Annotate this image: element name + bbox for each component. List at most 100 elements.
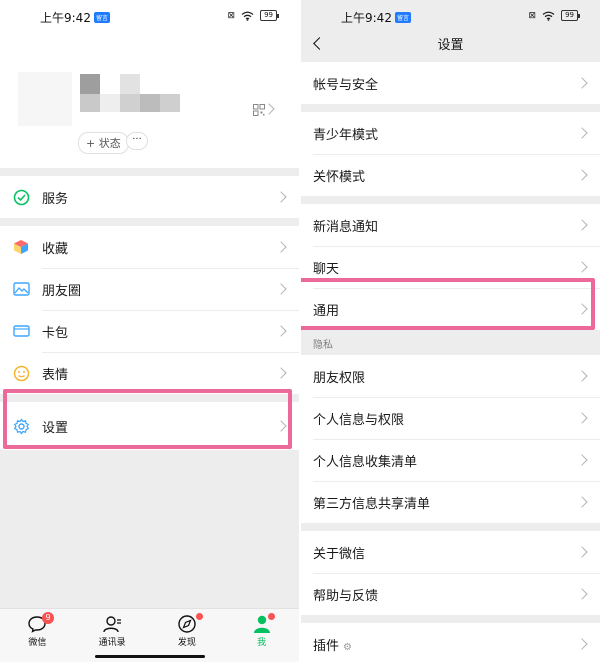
menu-item-cards[interactable]: 卡包: [0, 310, 299, 352]
chevron-right-icon: [576, 370, 588, 382]
status-time: 上午9:42 留言: [40, 11, 110, 25]
status-button[interactable]: + 状态: [78, 132, 129, 154]
status-bar: 上午9:42 留言 ⊠ 99: [0, 0, 299, 34]
me-badge-dot: [268, 613, 276, 620]
chevron-right-icon: [275, 367, 287, 379]
tab-bar: 9 微信 通讯录 发现 我: [0, 608, 299, 662]
menu-label: 朋友圈: [42, 283, 82, 299]
privacy-section-label: 隐私: [301, 330, 600, 355]
settings-plugins[interactable]: 插件 ⚙: [301, 623, 600, 662]
qr-code-icon[interactable]: [253, 104, 265, 116]
mute-icon: ⊠: [528, 10, 537, 21]
tab-chats[interactable]: 9 微信: [0, 609, 75, 662]
settings-chat[interactable]: 聊天: [301, 246, 600, 288]
menu-label: 服务: [42, 191, 69, 207]
settings-about-wechat[interactable]: 关于微信: [301, 531, 600, 573]
row-label: 帮助与反馈: [313, 588, 379, 604]
service-icon: [12, 188, 30, 206]
chevron-right-icon: [576, 77, 588, 89]
row-label: 插件 ⚙: [313, 638, 352, 654]
settings-help-feedback[interactable]: 帮助与反馈: [301, 573, 600, 615]
chevron-right-icon: [275, 241, 287, 253]
row-label: 关于微信: [313, 546, 366, 562]
row-label: 新消息通知: [313, 219, 379, 235]
menu-item-favorites[interactable]: 收藏: [0, 226, 299, 268]
settings-personal-info-permissions[interactable]: 个人信息与权限: [301, 397, 600, 439]
settings-account-security[interactable]: 帐号与安全: [301, 62, 600, 104]
back-arrow-icon[interactable]: [313, 37, 326, 50]
profile-chevron-icon: [263, 103, 275, 115]
row-label: 聊天: [313, 261, 340, 277]
chevron-right-icon: [275, 420, 287, 432]
chevron-right-icon: [576, 169, 588, 181]
chevron-right-icon: [576, 638, 588, 650]
status-badge: 留言: [394, 12, 411, 23]
avatar[interactable]: [18, 72, 72, 126]
status-badge: 留言: [93, 12, 110, 23]
wifi-icon: [542, 11, 555, 21]
chevron-right-icon: [275, 191, 287, 203]
chevron-right-icon: [576, 261, 588, 273]
contacts-icon: [103, 616, 122, 633]
page-title: 设置: [437, 38, 464, 53]
row-label: 关怀模式: [313, 169, 366, 185]
more-button[interactable]: ···: [126, 132, 148, 150]
battery-icon: 99: [561, 10, 580, 21]
settings-group-general: 新消息通知 聊天 通用: [301, 204, 600, 330]
chevron-right-icon: [576, 127, 588, 139]
row-label: 第三方信息共享清单: [313, 496, 431, 512]
chevron-right-icon: [576, 454, 588, 466]
row-label: 个人信息与权限: [313, 412, 405, 428]
menu-item-settings[interactable]: 设置: [0, 402, 299, 450]
row-label: 朋友权限: [313, 370, 366, 386]
discover-icon: [178, 615, 196, 633]
chevron-right-icon: [576, 546, 588, 558]
status-bar: 上午9:42 留言 ⊠ 99: [301, 0, 600, 34]
menu-label: 卡包: [42, 325, 69, 341]
discover-badge-dot: [195, 613, 203, 620]
tab-me[interactable]: 我: [224, 609, 299, 662]
settings-third-party-sharing[interactable]: 第三方信息共享清单: [301, 481, 600, 523]
status-icons: ⊠ 99: [528, 10, 580, 21]
menu-label: 收藏: [42, 241, 69, 257]
row-label: 通用: [313, 303, 340, 319]
mute-icon: ⊠: [227, 10, 236, 21]
chevron-right-icon: [275, 283, 287, 295]
settings-general[interactable]: 通用: [301, 288, 600, 330]
tab-label: 微信: [28, 638, 47, 648]
nav-bar: 设置: [301, 34, 600, 60]
menu-item-emoji[interactable]: 表情: [0, 352, 299, 394]
menu-item-moments[interactable]: 朋友圈: [0, 268, 299, 310]
row-label: 青少年模式: [313, 127, 379, 143]
menu-label: 表情: [42, 367, 69, 383]
settings-friend-permissions[interactable]: 朋友权限: [301, 355, 600, 397]
moments-icon: [12, 280, 30, 298]
settings-teen-mode[interactable]: 青少年模式: [301, 112, 600, 154]
settings-group-privacy: 朋友权限 个人信息与权限 个人信息收集清单 第三方信息共享清单: [301, 355, 600, 523]
settings-group-plugins: 插件 ⚙: [301, 623, 600, 662]
features-group: 收藏 朋友圈 卡包 表情: [0, 226, 299, 394]
status-icons: ⊠ 99: [227, 10, 279, 21]
plugin-gear-icon: ⚙: [343, 641, 352, 653]
settings-group-account: 帐号与安全: [301, 62, 600, 104]
gear-icon: [12, 417, 30, 435]
chevron-right-icon: [275, 325, 287, 337]
me-screen: 上午9:42 留言 ⊠ 99 + 状态 ··· 服务 收藏 朋友圈 卡包 表情 …: [0, 0, 299, 662]
tab-label: 发现: [177, 638, 196, 648]
settings-notifications[interactable]: 新消息通知: [301, 204, 600, 246]
home-indicator: [95, 655, 205, 658]
tab-label: 通讯录: [98, 638, 126, 648]
settings-group: 设置: [0, 402, 299, 450]
profile-card[interactable]: + 状态 ···: [0, 34, 299, 168]
emoji-icon: [12, 364, 30, 382]
menu-item-services[interactable]: 服务: [0, 176, 299, 218]
wifi-icon: [241, 11, 254, 21]
settings-personal-info-list[interactable]: 个人信息收集清单: [301, 439, 600, 481]
battery-icon: 99: [260, 10, 279, 21]
menu-label: 设置: [42, 420, 69, 436]
settings-care-mode[interactable]: 关怀模式: [301, 154, 600, 196]
chevron-right-icon: [576, 412, 588, 424]
unread-badge: 9: [42, 612, 54, 624]
chevron-right-icon: [576, 219, 588, 231]
tab-label: 我: [257, 638, 267, 648]
